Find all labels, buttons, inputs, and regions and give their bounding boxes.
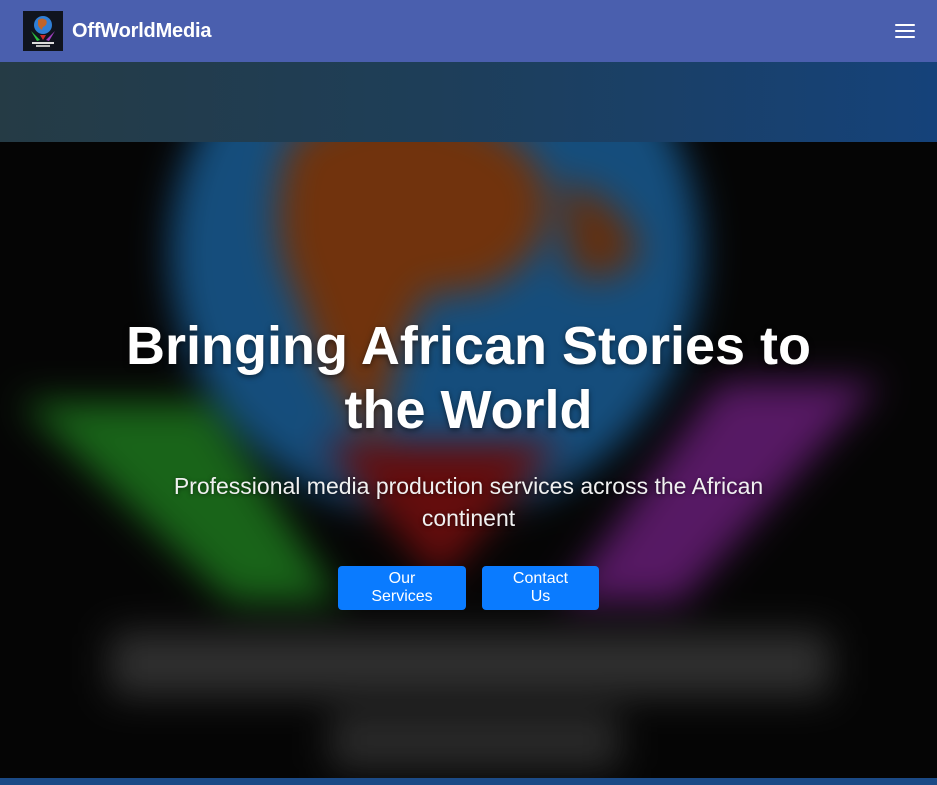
menu-line bbox=[895, 30, 915, 32]
hero-buttons: Our Services Contact Us bbox=[0, 566, 937, 610]
hero-content: Bringing African Stories to the World Pr… bbox=[0, 142, 937, 778]
hero-title: Bringing African Stories to the World bbox=[125, 316, 812, 440]
hamburger-menu-icon[interactable] bbox=[895, 23, 915, 39]
brand-name[interactable]: OffWorldMedia bbox=[72, 20, 211, 43]
next-section-edge bbox=[0, 778, 937, 785]
menu-line bbox=[895, 36, 915, 38]
navbar: OffWorldMedia bbox=[0, 0, 937, 62]
our-services-button[interactable]: Our Services bbox=[338, 566, 466, 610]
menu-line bbox=[895, 24, 915, 26]
header-band bbox=[0, 62, 937, 142]
globe-logo-icon[interactable] bbox=[23, 11, 63, 51]
contact-us-button[interactable]: Contact Us bbox=[482, 566, 599, 610]
hero-subtitle: Professional media production services a… bbox=[173, 473, 764, 531]
